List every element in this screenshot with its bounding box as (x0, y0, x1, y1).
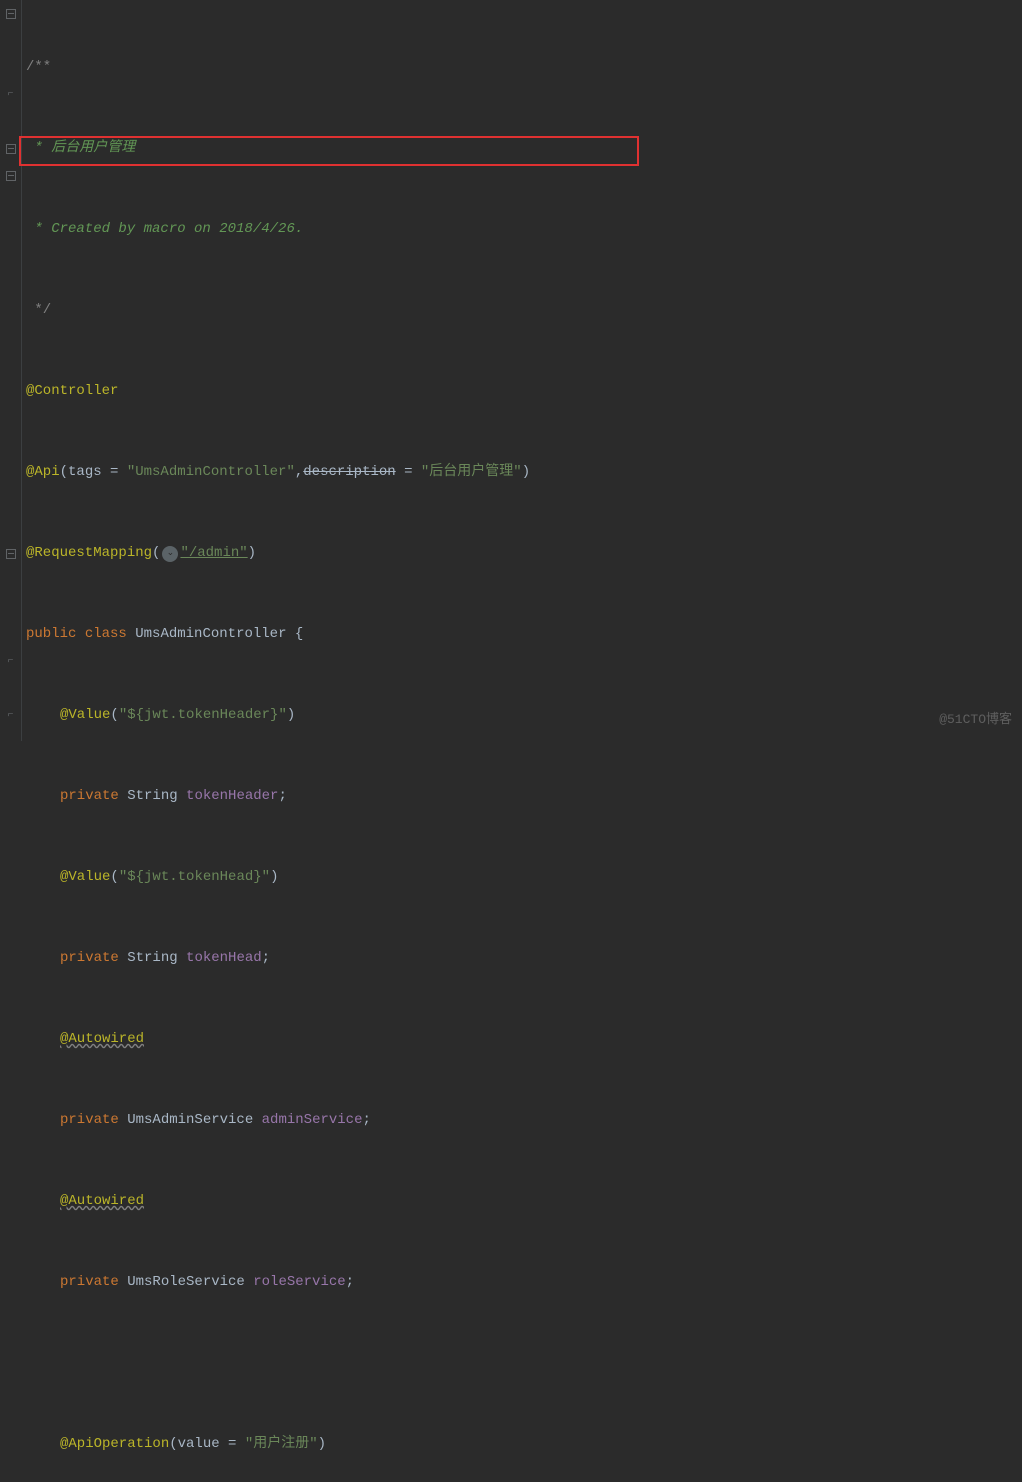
gutter-row (0, 324, 21, 351)
annotation-apioperation: @ApiOperation (60, 1431, 169, 1458)
paren: ) (522, 459, 530, 486)
space (127, 621, 135, 648)
gutter-row (0, 486, 21, 513)
gutter-row (0, 351, 21, 378)
gutter-row (0, 108, 21, 135)
field-name: roleService (253, 1269, 345, 1296)
type-name: UmsRoleService (127, 1269, 245, 1296)
fold-icon[interactable] (0, 540, 21, 567)
semicolon: ; (278, 783, 286, 810)
paren: ) (270, 864, 278, 891)
field-name: tokenHead (186, 945, 262, 972)
eq: = (396, 459, 421, 486)
paren: ( (110, 864, 118, 891)
comment-open: /** (26, 54, 51, 81)
gutter-row (0, 513, 21, 540)
annotation-autowired: @Autowired (60, 1026, 144, 1053)
url-string[interactable]: "/admin" (180, 540, 247, 567)
fold-icon[interactable]: ⌐ (0, 81, 21, 108)
gutter-row (0, 270, 21, 297)
gutter-row (0, 459, 21, 486)
type-string: String (127, 783, 177, 810)
globe-icon[interactable]: ⌄ (162, 546, 178, 562)
paren: ) (248, 540, 256, 567)
space (119, 783, 127, 810)
space (286, 621, 294, 648)
space (76, 621, 84, 648)
space (119, 1269, 127, 1296)
code-content[interactable]: /** * 后台用户管理 * Created by macro on 2018/… (22, 0, 1022, 741)
gutter-row (0, 216, 21, 243)
param-label: tags = (68, 459, 127, 486)
gutter-row (0, 378, 21, 405)
deprecated-param: description (303, 459, 395, 486)
space (245, 1269, 253, 1296)
comment-text: * 后台用户管理 (26, 135, 135, 162)
paren: ( (169, 1431, 177, 1458)
watermark-text: @51CTO博客 (939, 706, 1012, 733)
paren: ) (287, 702, 295, 729)
keyword-private: private (60, 945, 119, 972)
gutter-row (0, 297, 21, 324)
string-literal: "${jwt.tokenHead}" (119, 864, 270, 891)
gutter-row (0, 27, 21, 54)
gutter-row (0, 189, 21, 216)
paren: ( (60, 459, 68, 486)
semicolon: ; (362, 1107, 370, 1134)
comma: , (295, 459, 303, 486)
class-name: UmsAdminController (135, 621, 286, 648)
keyword-public: public (26, 621, 76, 648)
field-name: adminService (262, 1107, 363, 1134)
gutter-row (0, 54, 21, 81)
gutter-row (0, 675, 21, 702)
keyword-private: private (60, 1107, 119, 1134)
fold-icon[interactable] (0, 135, 21, 162)
string-literal: "UmsAdminController" (127, 459, 295, 486)
semicolon: ; (346, 1269, 354, 1296)
param-label: value = (178, 1431, 245, 1458)
space (178, 783, 186, 810)
string-literal: "${jwt.tokenHeader}" (119, 702, 287, 729)
gutter-row (0, 243, 21, 270)
fold-icon[interactable]: ⌐ (0, 702, 21, 729)
semicolon: ; (262, 945, 270, 972)
space (253, 1107, 261, 1134)
gutter-row (0, 405, 21, 432)
fold-icon[interactable] (0, 162, 21, 189)
space (119, 945, 127, 972)
keyword-private: private (60, 783, 119, 810)
annotation-controller: @Controller (26, 378, 118, 405)
fold-icon[interactable]: ⌐ (0, 648, 21, 675)
code-editor[interactable]: ⌐ ⌐ ⌐ /** * 后台用户管理 * Created by macro on… (0, 0, 1022, 741)
gutter-row (0, 567, 21, 594)
gutter-row (0, 621, 21, 648)
gutter-row (0, 594, 21, 621)
annotation-requestmapping: @RequestMapping (26, 540, 152, 567)
gutter-row (0, 432, 21, 459)
field-name: tokenHeader (186, 783, 278, 810)
annotation-autowired: @Autowired (60, 1188, 144, 1215)
string-literal: "后台用户管理" (421, 459, 522, 486)
comment-text: * Created by macro on 2018/4/26. (26, 216, 303, 243)
fold-icon[interactable] (0, 0, 21, 27)
brace: { (295, 621, 303, 648)
space (119, 1107, 127, 1134)
annotation-value: @Value (60, 702, 110, 729)
paren: ) (318, 1431, 326, 1458)
keyword-class: class (85, 621, 127, 648)
space (178, 945, 186, 972)
editor-gutter[interactable]: ⌐ ⌐ ⌐ (0, 0, 22, 741)
paren: ( (152, 540, 160, 567)
annotation-value: @Value (60, 864, 110, 891)
comment-close: */ (26, 297, 51, 324)
keyword-private: private (60, 1269, 119, 1296)
string-literal: "用户注册" (245, 1431, 318, 1458)
type-name: UmsAdminService (127, 1107, 253, 1134)
type-string: String (127, 945, 177, 972)
annotation-api: @Api (26, 459, 60, 486)
paren: ( (110, 702, 118, 729)
